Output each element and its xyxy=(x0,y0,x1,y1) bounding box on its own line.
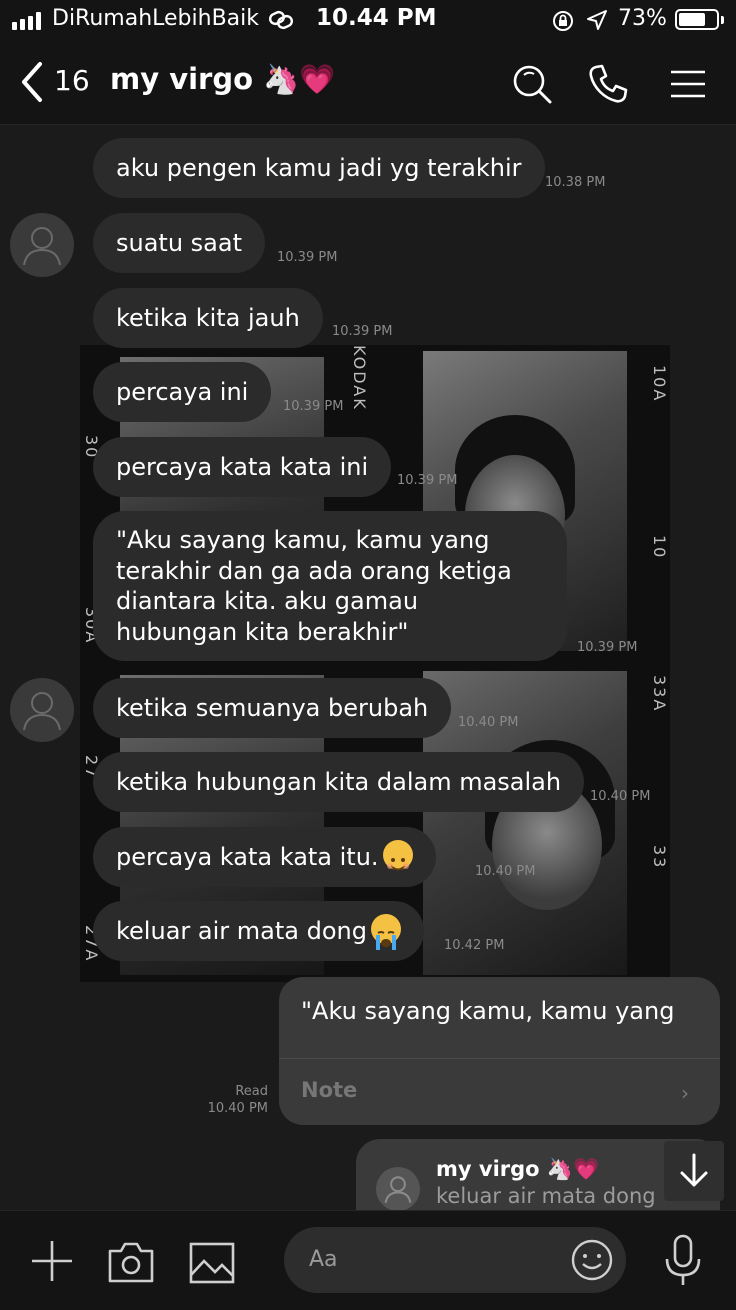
message-input[interactable]: Aa xyxy=(284,1227,626,1293)
signal-icon xyxy=(12,12,41,30)
message-time: 10.39 PM xyxy=(332,324,393,339)
message-bubble[interactable]: keluar air mata dong xyxy=(93,901,424,961)
camera-icon[interactable] xyxy=(106,1239,156,1285)
film-edge-label: 33A xyxy=(650,675,669,713)
chat-title: my virgo 🦄💗 xyxy=(110,62,336,96)
avatar[interactable] xyxy=(10,678,74,742)
rotation-lock-icon xyxy=(553,11,573,31)
note-preview-text: "Aku sayang kamu, kamu yang xyxy=(301,997,675,1025)
status-bar: DiRumahLebihBaik 10.44 PM 73% xyxy=(0,0,736,42)
user-silhouette-icon xyxy=(384,1176,412,1203)
message-time: 10.40 PM xyxy=(590,789,651,804)
message-time: 10.39 PM xyxy=(397,473,458,488)
smiling-face-emoji-icon xyxy=(382,840,413,871)
microphone-icon[interactable] xyxy=(660,1233,706,1289)
plus-icon[interactable] xyxy=(28,1237,76,1285)
hotspot-link-icon xyxy=(268,10,294,30)
message-time: 10.39 PM xyxy=(277,250,338,265)
sent-note-card[interactable]: "Aku sayang kamu, kamu yang Note › xyxy=(279,977,720,1125)
message-bubble[interactable]: ketika kita jauh xyxy=(93,288,323,348)
message-input-placeholder: Aa xyxy=(309,1247,338,1272)
battery-percent: 73% xyxy=(618,6,667,31)
message-bubble[interactable]: ketika semuanya berubah xyxy=(93,678,452,738)
back-chevron-icon[interactable] xyxy=(14,60,54,104)
chat-header: 16 my virgo 🦄💗 xyxy=(0,42,736,125)
scroll-to-bottom-button[interactable] xyxy=(664,1141,724,1201)
preview-message-text: keluar air mata dong xyxy=(436,1184,656,1208)
message-bubble[interactable]: suatu saat xyxy=(93,213,265,273)
note-label: Note xyxy=(301,1078,358,1102)
clock: 10.44 PM xyxy=(316,5,437,31)
location-arrow-icon xyxy=(587,10,607,30)
phone-icon[interactable] xyxy=(586,62,630,106)
user-silhouette-icon xyxy=(23,692,61,731)
message-time: 10.40 PM xyxy=(458,715,519,730)
arrow-down-icon xyxy=(680,1153,708,1187)
emoji-icon[interactable] xyxy=(570,1238,614,1282)
message-bubble[interactable]: percaya kata kata ini xyxy=(93,437,392,497)
message-bubble[interactable]: aku pengen kamu jadi yg terakhir xyxy=(93,138,545,198)
message-time: 10.39 PM xyxy=(577,640,638,655)
chevron-right-icon: › xyxy=(681,1081,689,1105)
user-silhouette-icon xyxy=(23,227,61,266)
avatar xyxy=(376,1167,420,1210)
message-bubble[interactable]: "Aku sayang kamu, kamu yang terakhir dan… xyxy=(93,511,567,661)
unread-count[interactable]: 16 xyxy=(54,64,90,97)
message-time: 10.40 PM xyxy=(475,864,536,879)
chat-area[interactable]: KODAK 30 30A 27 27A 10A 10 33A 33 aku pe… xyxy=(0,125,736,1210)
carrier-name: DiRumahLebihBaik xyxy=(52,6,260,31)
message-input-bar: Aa xyxy=(0,1210,736,1310)
message-bubble[interactable]: percaya kata kata itu. xyxy=(93,827,436,887)
film-edge-label: KODAK xyxy=(350,345,369,411)
menu-icon[interactable] xyxy=(668,62,708,106)
message-bubble[interactable]: ketika hubungan kita dalam masalah xyxy=(93,752,585,812)
film-edge-label: 10 xyxy=(650,535,669,560)
message-bubble[interactable]: percaya ini xyxy=(93,362,272,422)
film-edge-label: 10A xyxy=(650,365,669,403)
message-time: 10.39 PM xyxy=(283,399,344,414)
avatar[interactable] xyxy=(10,213,74,277)
message-time: 10.38 PM xyxy=(545,175,606,190)
film-edge-label: 33 xyxy=(650,845,669,870)
crying-face-emoji-icon xyxy=(370,914,401,950)
preview-sender-name: my virgo 🦄💗 xyxy=(436,1157,600,1181)
image-icon[interactable] xyxy=(188,1241,236,1285)
read-receipt: Read 10.40 PM xyxy=(207,1084,268,1116)
message-time: 10.42 PM xyxy=(444,938,505,953)
battery-icon xyxy=(675,9,719,30)
search-icon[interactable] xyxy=(510,62,554,106)
